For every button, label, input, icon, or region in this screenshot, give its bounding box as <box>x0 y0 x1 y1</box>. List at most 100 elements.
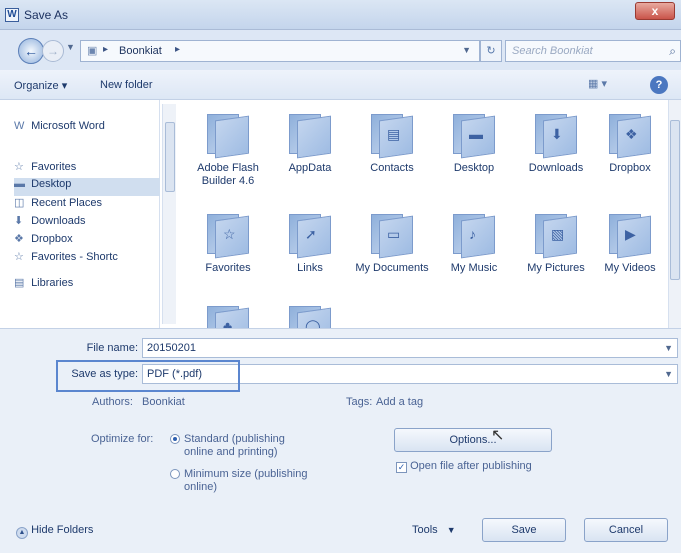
recent-pages-dropdown-icon[interactable]: ▼ <box>66 42 75 52</box>
pictures-folder-icon: ▧ <box>535 212 577 259</box>
favorites-folder-icon: ☆ <box>207 212 249 259</box>
tags-label: Tags: <box>346 396 373 408</box>
folder-icon: ◯ <box>289 304 331 328</box>
file-list-scrollbar[interactable] <box>668 100 681 328</box>
folder-item[interactable]: ▶ My Videos <box>590 212 668 275</box>
folder-item[interactable]: ➚ Links <box>270 212 350 275</box>
sidebar-item-libraries[interactable]: ▤ Libraries <box>14 276 160 294</box>
sidebar-item-label: Microsoft Word <box>31 120 105 132</box>
folder-item[interactable]: Adobe Flash Builder 4.6 <box>188 112 268 188</box>
radio-selected[interactable] <box>170 434 180 444</box>
sidebar-item-desktop[interactable]: ▬ Desktop <box>14 178 160 196</box>
refresh-button[interactable]: ↻ <box>480 40 502 62</box>
sidebar-item-recent-places[interactable]: ◫ Recent Places <box>14 196 160 214</box>
change-view-icon[interactable]: ▦ ▾ <box>588 77 614 93</box>
sidebar-item-dropbox[interactable]: ❖ Dropbox <box>14 232 160 250</box>
address-dropdown-icon[interactable]: ▼ <box>462 45 471 55</box>
optimize-minimum-option[interactable]: Minimum size (publishing online) <box>170 468 310 494</box>
save-button[interactable]: Save <box>482 518 566 542</box>
authors-label: Authors: <box>92 396 133 408</box>
folder-item[interactable]: ♣ <box>188 304 268 328</box>
optimize-for-label: Optimize for: <box>91 433 154 445</box>
optimize-standard-option[interactable]: Standard (publishing online and printing… <box>170 433 310 459</box>
optimize-minimum-label: Minimum size (publishing online) <box>184 468 308 493</box>
folder-label: Adobe Flash Builder 4.6 <box>197 162 259 187</box>
folder-label: Contacts <box>370 162 414 174</box>
dropbox-icon: ❖ <box>14 233 24 245</box>
sidebar-item-microsoft-word[interactable]: W Microsoft Word <box>14 120 160 138</box>
folder-item[interactable]: ◯ <box>270 304 350 328</box>
folder-label: Dropbox <box>609 162 651 174</box>
folder-item[interactable]: ▭ My Documents <box>352 212 432 275</box>
word-app-icon: W <box>5 8 19 22</box>
sidebar-item-label: Dropbox <box>31 233 73 245</box>
breadcrumb-current[interactable]: Boonkiat <box>119 45 162 57</box>
folder-label: My Pictures <box>527 262 585 274</box>
folder-item[interactable]: ♪ My Music <box>434 212 514 275</box>
search-icon[interactable]: ⌕ <box>669 44 676 59</box>
scrollbar-thumb[interactable] <box>165 122 175 192</box>
open-after-publishing-option[interactable]: ✓ Open file after publishing <box>396 460 532 473</box>
folder-icon: ♣ <box>207 304 249 328</box>
user-folder-icon: ▣ <box>87 45 98 57</box>
help-icon[interactable]: ? <box>650 76 668 94</box>
folder-label: Favorites <box>205 262 251 274</box>
folder-label: Links <box>297 262 323 274</box>
folder-item[interactable]: ❖ Dropbox <box>590 112 668 175</box>
folder-item[interactable]: AppData <box>270 112 350 175</box>
forward-button[interactable]: → <box>42 40 64 62</box>
folder-icon <box>207 112 249 159</box>
sidebar-item-favorites[interactable]: ☆ Favorites <box>14 160 160 178</box>
toolbar: Organize ▾ New folder ▦ ▾ ? <box>0 70 681 100</box>
organize-menu[interactable]: Organize ▾ <box>14 79 67 92</box>
mouse-cursor-icon: ↖ <box>491 427 505 444</box>
folder-item[interactable]: ▤ Contacts <box>352 112 432 175</box>
desktop-icon: ▬ <box>14 178 25 190</box>
file-name-label: File name: <box>86 342 138 354</box>
open-after-publishing-label: Open file after publishing <box>410 460 532 472</box>
sidebar-item-downloads[interactable]: ⬇ Downloads <box>14 214 160 232</box>
dropbox-folder-icon: ❖ <box>609 112 651 159</box>
checkbox-checked-icon[interactable]: ✓ <box>396 462 407 473</box>
star-icon: ☆ <box>14 251 24 263</box>
tags-value[interactable]: Add a tag <box>376 396 423 408</box>
folder-label: My Music <box>450 262 498 274</box>
chevron-down-icon[interactable]: ▼ <box>664 343 673 353</box>
window-title: Save As <box>24 8 69 22</box>
sidebar-item-label: Favorites - Shortc <box>31 251 118 263</box>
cancel-button[interactable]: Cancel <box>584 518 668 542</box>
breadcrumb-separator-icon[interactable]: ▸ <box>103 44 108 55</box>
folder-item[interactable]: ▧ My Pictures <box>516 212 596 275</box>
sidebar-item-favorites-shortcuts[interactable]: ☆ Favorites - Shortc <box>14 250 160 268</box>
address-bar[interactable]: ▣ ▸ Boonkiat ▸ ▼ <box>80 40 480 62</box>
folder-label: AppData <box>288 162 332 174</box>
recent-places-icon: ◫ <box>14 197 25 209</box>
back-button[interactable]: ← <box>18 38 44 64</box>
authors-value[interactable]: Boonkiat <box>142 396 185 408</box>
sidebar-item-label: Desktop <box>31 178 72 190</box>
star-icon: ☆ <box>14 161 24 173</box>
folder-item[interactable]: ▬ Desktop <box>434 112 514 175</box>
chevron-down-icon[interactable]: ▼ <box>664 369 673 379</box>
folder-item[interactable]: ☆ Favorites <box>188 212 268 275</box>
navigation-pane: W Microsoft Word ☆ Favorites ▬ Desktop ◫… <box>0 100 160 328</box>
navigation-scrollbar[interactable] <box>162 104 176 324</box>
file-name-value: 20150201 <box>147 342 196 354</box>
folder-item[interactable]: ⬇ Downloads <box>516 112 596 175</box>
chevron-down-icon: ▼ <box>446 525 456 535</box>
folder-label: Downloads <box>528 162 584 174</box>
hide-folders-button[interactable]: ▲ Hide Folders <box>16 524 93 539</box>
sidebar-item-label: Downloads <box>31 215 86 227</box>
breadcrumb-separator-icon[interactable]: ▸ <box>175 44 180 55</box>
close-button[interactable]: x <box>635 2 675 20</box>
tools-menu[interactable]: Tools ▼ <box>412 524 456 536</box>
options-button[interactable]: Options... <box>394 428 552 452</box>
radio-unselected[interactable] <box>170 469 180 479</box>
word-icon: W <box>14 120 25 132</box>
search-input[interactable]: Search Boonkiat ⌕ <box>505 40 681 62</box>
new-folder-button[interactable]: New folder <box>100 79 153 91</box>
file-name-input[interactable]: 20150201 ▼ <box>142 338 678 358</box>
sidebar-item-label: Recent Places <box>31 197 102 209</box>
scrollbar-thumb[interactable] <box>670 120 680 280</box>
folder-label: Desktop <box>453 162 495 174</box>
